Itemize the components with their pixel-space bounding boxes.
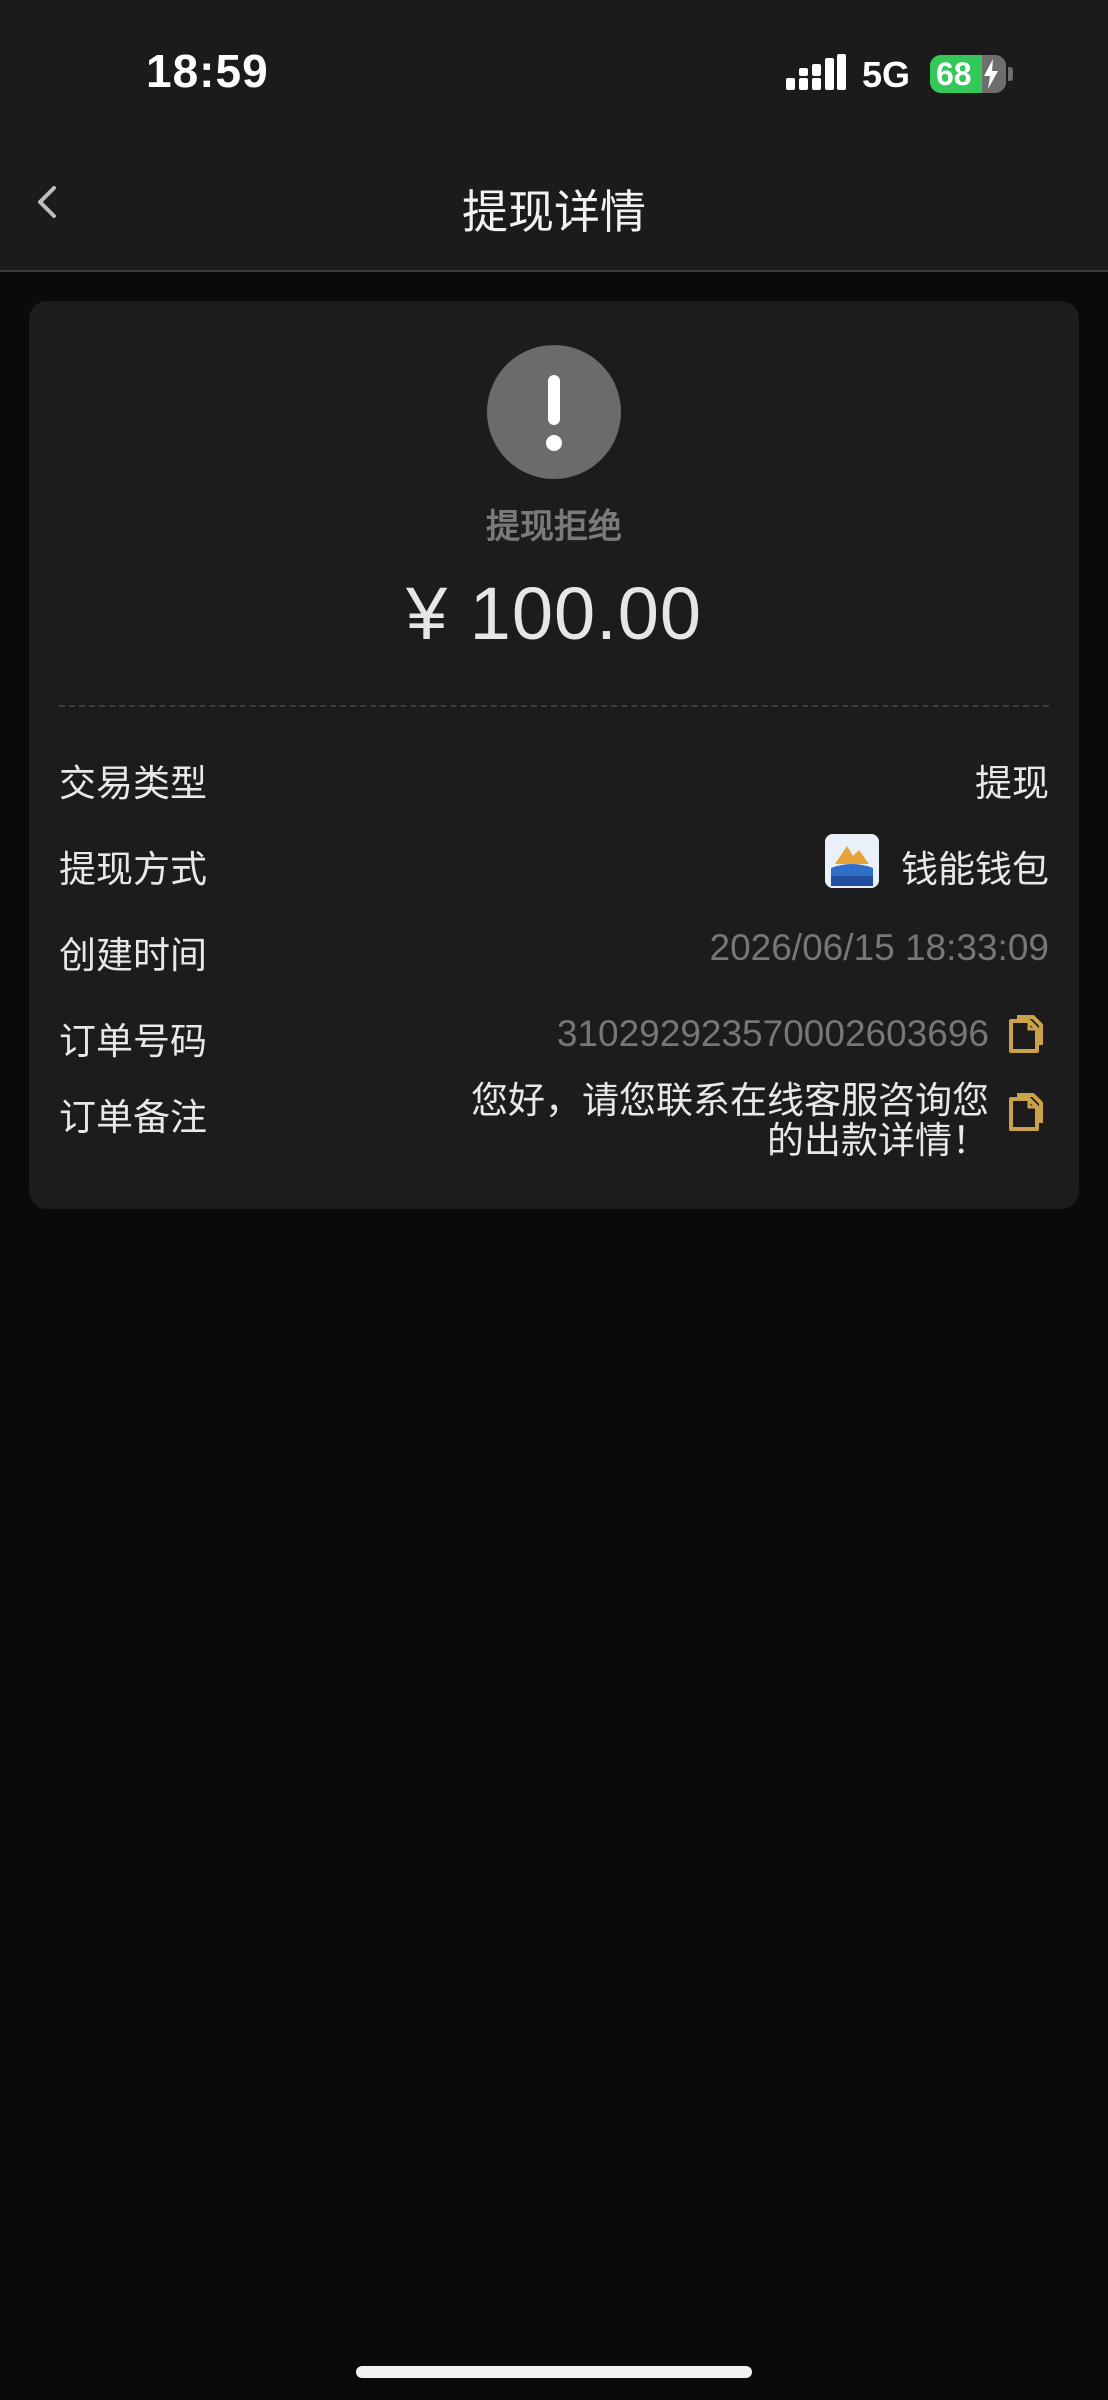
order-note-value: 您好，请您联系在线客服咨询您的出款详情！ bbox=[471, 1079, 989, 1162]
order-number-value: 310292923570002603696 bbox=[556, 1013, 989, 1054]
status-circle bbox=[487, 345, 621, 479]
amount: ¥ 100.00 bbox=[405, 572, 703, 655]
exclamation-icon bbox=[546, 375, 562, 451]
status-time: 18:59 bbox=[146, 45, 269, 97]
battery-icon: 68 bbox=[930, 55, 1006, 93]
battery-percent: 68 bbox=[936, 56, 972, 92]
created-time-label: 创建时间 bbox=[59, 934, 207, 977]
home-indicator[interactable] bbox=[356, 2366, 752, 2378]
transaction-type-value: 提现 bbox=[975, 762, 1049, 805]
created-time-value: 2026/06/15 18:33:09 bbox=[709, 927, 1050, 968]
transaction-type-label: 交易类型 bbox=[59, 762, 207, 805]
copy-icon[interactable] bbox=[1005, 1013, 1045, 1055]
order-number-label: 订单号码 bbox=[59, 1020, 207, 1063]
withdrawal-method-label: 提现方式 bbox=[59, 848, 207, 891]
signal-icon bbox=[786, 54, 846, 90]
battery-cap bbox=[1008, 67, 1013, 81]
withdrawal-detail-card: 提现拒绝 ¥ 100.00 交易类型 提现 提现方式 钱能钱包 创建时间 202… bbox=[29, 301, 1079, 1209]
copy-icon[interactable] bbox=[1005, 1091, 1045, 1133]
wallet-logo-icon bbox=[825, 834, 879, 888]
network-label: 5G bbox=[862, 54, 911, 95]
order-note-label: 订单备注 bbox=[59, 1096, 207, 1139]
status-bar: 18:59 5G 68 bbox=[0, 0, 1108, 150]
divider bbox=[59, 705, 1049, 707]
nav-bar: 提现详情 bbox=[0, 150, 1108, 272]
status-text: 提现拒绝 bbox=[486, 507, 622, 547]
withdrawal-method-value: 钱能钱包 bbox=[901, 848, 1049, 891]
charging-bolt-icon bbox=[984, 59, 998, 89]
page-title: 提现详情 bbox=[462, 185, 646, 239]
